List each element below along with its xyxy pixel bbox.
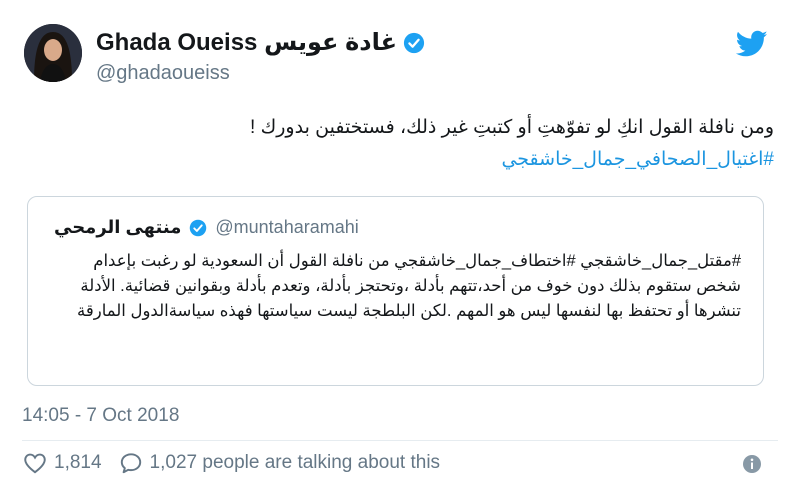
quoted-tweet[interactable]: منتهى الرمحي @muntaharamahi #مقتل_جمال_خ… xyxy=(27,196,764,386)
tweet-body: ومن نافلة القول انكِ لو تفوّهتِ أو كتبتِ… xyxy=(74,112,774,176)
tweet-hashtag-link[interactable]: #اغتيال_الصحافي_جمال_خاشقجي xyxy=(74,144,774,176)
tweet-timestamp[interactable]: 14:05 - 7 Oct 2018 xyxy=(22,405,179,427)
author-handle[interactable]: @ghadaoueiss xyxy=(96,62,230,85)
avatar[interactable] xyxy=(24,24,82,82)
reply-button[interactable]: 1,027 people are talking about this xyxy=(118,450,441,476)
quoted-author-handle[interactable]: @muntaharamahi xyxy=(215,217,358,238)
tweet-text: ومن نافلة القول انكِ لو تفوّهتِ أو كتبتِ… xyxy=(250,117,774,138)
like-button[interactable]: 1,814 xyxy=(22,450,102,476)
talking-about-text: 1,027 people are talking about this xyxy=(149,452,441,473)
embedded-tweet: Ghada Oueiss غادة عويس @ghadaoueiss ومن … xyxy=(0,0,800,500)
verified-badge-icon xyxy=(403,32,425,53)
info-icon[interactable] xyxy=(742,454,762,474)
like-count: 1,814 xyxy=(54,452,102,473)
heart-icon xyxy=(24,453,46,474)
author-name[interactable]: Ghada Oueiss غادة عويس xyxy=(96,28,397,57)
divider xyxy=(22,440,778,441)
quoted-tweet-text: #مقتل_جمال_خاشقجي #اختطاف_جمال_خاشقجي من… xyxy=(77,252,741,320)
verified-badge-icon xyxy=(190,219,207,236)
action-bar: 1,814 1,027 people are talking about thi… xyxy=(22,450,456,476)
twitter-bird-icon[interactable] xyxy=(736,30,768,58)
quoted-author-name[interactable]: منتهى الرمحي xyxy=(54,217,181,238)
comment-bubble-icon xyxy=(120,453,141,474)
